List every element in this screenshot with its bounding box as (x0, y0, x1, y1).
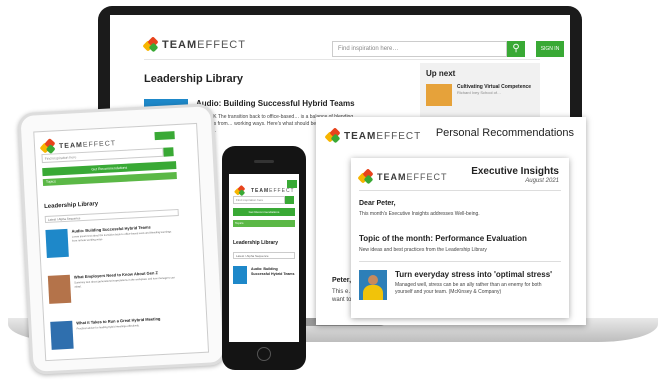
search-icon[interactable]: ⚲ (507, 41, 525, 57)
logo-mark-icon (233, 184, 246, 197)
library-item[interactable]: Audio: Building Successful Hybrid Teams … (45, 223, 181, 264)
article-title[interactable]: Turn everyday stress into 'optimal stres… (395, 270, 552, 279)
library-item-thumbnail[interactable] (45, 228, 69, 258)
article-photo[interactable] (359, 270, 387, 300)
recommendations-button[interactable]: Get Recommendations (233, 208, 295, 216)
search-input[interactable]: Find inspiration here… (332, 41, 507, 57)
header-divider (144, 59, 540, 60)
tablet-device: TEAMEFFECT Find inspiration here Get Rec… (17, 103, 227, 375)
teameffect-logo[interactable]: TEAMEFFECT (142, 36, 246, 53)
tablet-screen: TEAMEFFECT Find inspiration here Get Rec… (33, 122, 210, 362)
logo-mark-icon (39, 137, 56, 155)
library-item-title[interactable]: Audio: Building Successful Hybrid Teams (251, 267, 295, 276)
library-title: Leadership Library (233, 240, 279, 246)
phone-device: TEAMEFFECT Find inspiration here Get Rec… (222, 146, 306, 370)
page-title: Leadership Library (144, 73, 244, 85)
up-next-item-source: Richard Ivey School of… (457, 90, 502, 95)
phone-speaker (254, 160, 274, 163)
home-button-icon[interactable] (257, 347, 271, 361)
sign-in-button[interactable] (154, 131, 175, 141)
topics-filter[interactable]: Topics (233, 220, 295, 227)
phone-screen: TEAMEFFECT Find inspiration here Get Rec… (229, 174, 299, 342)
up-next-thumbnail[interactable] (426, 84, 452, 106)
library-item[interactable]: What Employers Need to Know About Gen Z … (47, 269, 184, 310)
sign-in-button[interactable]: SIGN IN (536, 41, 564, 57)
article-title[interactable]: Audio: Building Successful Hybrid Teams (196, 99, 355, 108)
menu-button[interactable] (287, 180, 297, 188)
topic-description: New ideas and best practices from the Le… (359, 247, 487, 253)
email-header-title: Personal Recommendations (435, 127, 574, 139)
email-divider (359, 190, 561, 191)
logo-mark-icon (142, 36, 159, 53)
topic-title[interactable]: Topic of the month: Performance Evaluati… (359, 234, 527, 243)
email-date: August 2021 (525, 178, 559, 184)
search-input[interactable]: Find inspiration here (233, 196, 285, 204)
logo-mark-icon (324, 127, 341, 144)
logo-mark-icon (357, 168, 374, 185)
email-intro: This month's Executive Insights addresse… (359, 211, 480, 217)
teameffect-logo: TEAMEFFECT (324, 127, 421, 144)
search-icon[interactable] (285, 196, 294, 204)
site-header: TEAMEFFECT Find inspiration here… ⚲ SIGN… (142, 31, 564, 59)
teameffect-logo: TEAMEFFECT (357, 168, 448, 185)
article-summary: Managed well, stress can be an ally rath… (395, 282, 542, 295)
email-header-title: Executive Insights (471, 166, 559, 177)
up-next-item[interactable]: Cultivating Virtual Competence Richard I… (426, 84, 534, 106)
executive-insights-email: TEAMEFFECT Executive Insights August 202… (351, 158, 569, 318)
email-greeting: Dear Peter, (359, 200, 396, 207)
library-item[interactable]: What it Takes to Run a Great Hybrid Meet… (50, 315, 186, 356)
email-divider (359, 261, 561, 262)
library-item-thumbnail[interactable] (47, 274, 72, 304)
sort-select[interactable]: Latest / Alpha Sequence (44, 209, 179, 224)
search-icon[interactable] (163, 147, 174, 157)
email-greeting: Peter, (332, 277, 352, 284)
library-item-thumbnail[interactable] (233, 266, 247, 284)
sort-select[interactable]: Latest / Alpha Sequence (233, 252, 295, 259)
up-next-heading: Up next (426, 69, 456, 78)
library-item-thumbnail[interactable] (50, 320, 74, 350)
device-showcase: TEAMEFFECT Find inspiration here… ⚲ SIGN… (0, 0, 662, 380)
library-title: Leadership Library (44, 201, 99, 211)
